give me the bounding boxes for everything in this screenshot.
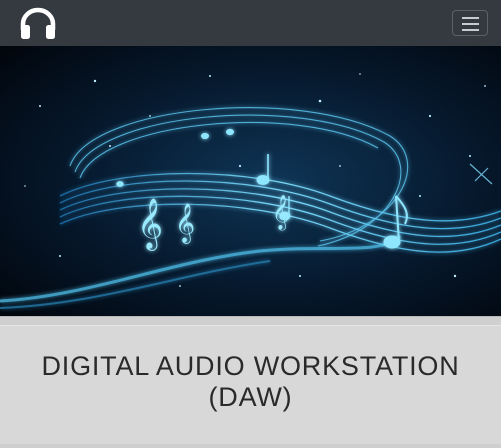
page-title: DIGITAL AUDIO WORKSTATION (DAW) xyxy=(0,351,501,413)
svg-text:𝄞: 𝄞 xyxy=(137,198,163,251)
section-divider xyxy=(0,316,501,326)
hamburger-menu-icon[interactable] xyxy=(452,10,488,36)
navbar xyxy=(0,0,501,46)
headphones-icon[interactable] xyxy=(18,6,58,40)
svg-text:𝄞: 𝄞 xyxy=(272,195,290,231)
svg-text:𝄞: 𝄞 xyxy=(175,203,195,244)
bottom-divider xyxy=(0,444,501,448)
hero-image: 𝄞 𝄞 𝄞 xyxy=(0,46,501,316)
title-panel: DIGITAL AUDIO WORKSTATION (DAW) xyxy=(0,326,501,448)
title-line-2: (DAW) xyxy=(208,382,293,412)
title-line-1: DIGITAL AUDIO WORKSTATION xyxy=(41,351,460,381)
